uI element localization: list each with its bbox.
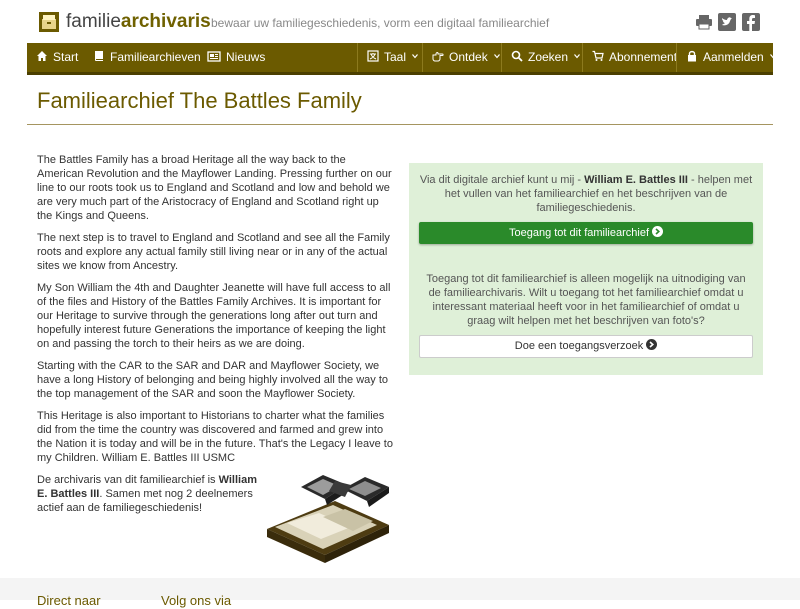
- chevron-down-icon: [493, 54, 500, 59]
- nav-news[interactable]: Nieuws: [198, 43, 274, 72]
- access-archive-label: Toegang tot dit familiearchief: [508, 227, 650, 239]
- nav-login[interactable]: Aanmelden: [676, 43, 785, 72]
- tagline: bewaar uw familiegeschiedenis, vorm een …: [211, 16, 550, 30]
- nav-start-label: Start: [53, 50, 79, 64]
- book-icon: [95, 51, 103, 61]
- arrow-circle-right-icon: [652, 226, 664, 237]
- nav-search[interactable]: Zoeken: [501, 43, 589, 72]
- description-paragraph: My Son William the 4th and Daughter Jean…: [37, 282, 391, 350]
- archivist-info: De archivaris van dit familiearchief is …: [37, 473, 257, 515]
- description-paragraph: The next step is to travel to England an…: [37, 232, 390, 272]
- chevron-down-icon: [574, 54, 580, 59]
- nav-subscription-label: Abonnement: [609, 50, 678, 64]
- nav-discover[interactable]: Ontdek: [422, 43, 509, 72]
- panel-intro-prefix: Via dit digitale archief kunt u mij -: [419, 174, 585, 186]
- description-paragraph: The Battles Family has a broad Heritage …: [37, 154, 392, 222]
- description-paragraph: Starting with the CAR to the SAR and DAR…: [37, 360, 389, 400]
- twitter-icon[interactable]: [718, 13, 736, 31]
- nav-language-label: Taal: [384, 50, 407, 64]
- pointing-hand-icon: [432, 52, 444, 62]
- access-panel: Via dit digitale archief kunt u mij - Wi…: [409, 163, 763, 375]
- page-title: Familiearchief The Battles Family: [37, 88, 362, 113]
- panel-intro-name: William E. Battles III: [584, 174, 688, 186]
- search-icon: [511, 50, 523, 62]
- description-paragraph: This Heritage is also important to Histo…: [37, 410, 393, 464]
- nav-subscription[interactable]: Abonnement: [582, 43, 686, 72]
- site-header: familiearchivaris bewaar uw familiegesch…: [0, 0, 800, 43]
- arrow-circle-right-icon: [646, 339, 658, 350]
- site-footer: Direct naar Volg ons via: [0, 578, 800, 608]
- nav-search-label: Zoeken: [528, 50, 569, 64]
- footer-follow-us-heading: Volg ons via: [161, 593, 232, 608]
- chevron-down-icon: [412, 54, 418, 59]
- title-divider: [27, 124, 773, 125]
- panel-intro: Via dit digitale archief kunt u mij - Wi…: [419, 173, 753, 215]
- nav-discover-label: Ontdek: [449, 50, 488, 64]
- nav-start[interactable]: Start: [27, 43, 87, 72]
- archive-box-image: [267, 475, 389, 563]
- nav-news-label: Nieuws: [226, 50, 266, 64]
- access-archive-button[interactable]: Toegang tot dit familiearchief: [419, 222, 753, 244]
- footer-direct-to-heading: Direct naar: [37, 593, 101, 608]
- newspaper-icon: [207, 51, 221, 62]
- language-icon: [367, 50, 379, 62]
- archivist-prefix: De archivaris van dit familiearchief is: [37, 474, 219, 486]
- brand-name[interactable]: familiearchivaris: [66, 10, 211, 34]
- restricted-access-text: Toegang tot dit familiearchief is alleen…: [426, 273, 746, 327]
- nav-family-archives-label: Familiearchieven: [110, 50, 201, 64]
- lock-icon: [688, 50, 696, 62]
- request-access-label: Doe een toegangsverzoek: [514, 340, 644, 352]
- brand-bold: archivaris: [120, 11, 211, 32]
- nav-login-label: Aanmelden: [703, 50, 764, 64]
- brand-regular: familie: [66, 11, 121, 32]
- main-nav: Start Familiearchieven Nieuws Taal Ontde…: [27, 43, 776, 75]
- cart-icon: [592, 50, 604, 61]
- facebook-icon[interactable]: [742, 13, 760, 31]
- home-icon: [37, 51, 47, 61]
- chevron-down-icon: [769, 54, 776, 59]
- request-access-button[interactable]: Doe een toegangsverzoek: [419, 335, 753, 358]
- nav-language[interactable]: Taal: [357, 43, 427, 72]
- nav-family-archives[interactable]: Familiearchieven: [84, 43, 210, 72]
- printer-icon[interactable]: [695, 13, 713, 31]
- archive-logo-icon[interactable]: [39, 12, 59, 32]
